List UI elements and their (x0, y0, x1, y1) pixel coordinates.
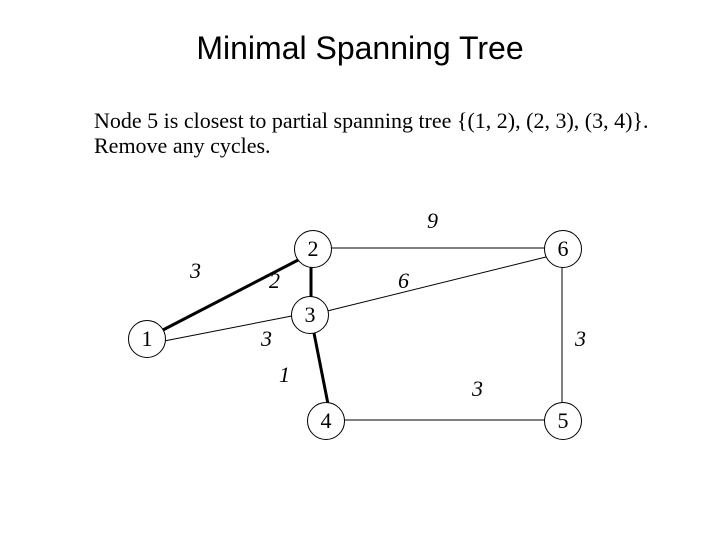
node-1: 1 (128, 320, 166, 358)
edge-1-3 (159, 314, 302, 342)
edge-1-2 (159, 258, 302, 332)
node-5: 5 (544, 402, 582, 440)
weight-2-6: 9 (427, 208, 438, 234)
weight-5-6: 3 (575, 326, 586, 352)
weight-1-2: 3 (190, 258, 201, 284)
slide: Minimal Spanning Tree Node 5 is closest … (0, 0, 720, 540)
edge-3-6 (315, 255, 554, 314)
node-6: 6 (544, 230, 582, 268)
weight-1-3: 3 (261, 326, 272, 352)
weight-3-6: 6 (398, 268, 409, 294)
weight-4-5: 3 (472, 376, 483, 402)
node-2: 2 (294, 230, 332, 268)
edge-3-4 (313, 328, 328, 404)
weight-3-4: 1 (279, 362, 290, 388)
weight-2-3: 2 (269, 268, 280, 294)
graph-edges (0, 0, 720, 540)
node-3: 3 (291, 296, 329, 334)
node-4: 4 (307, 402, 345, 440)
